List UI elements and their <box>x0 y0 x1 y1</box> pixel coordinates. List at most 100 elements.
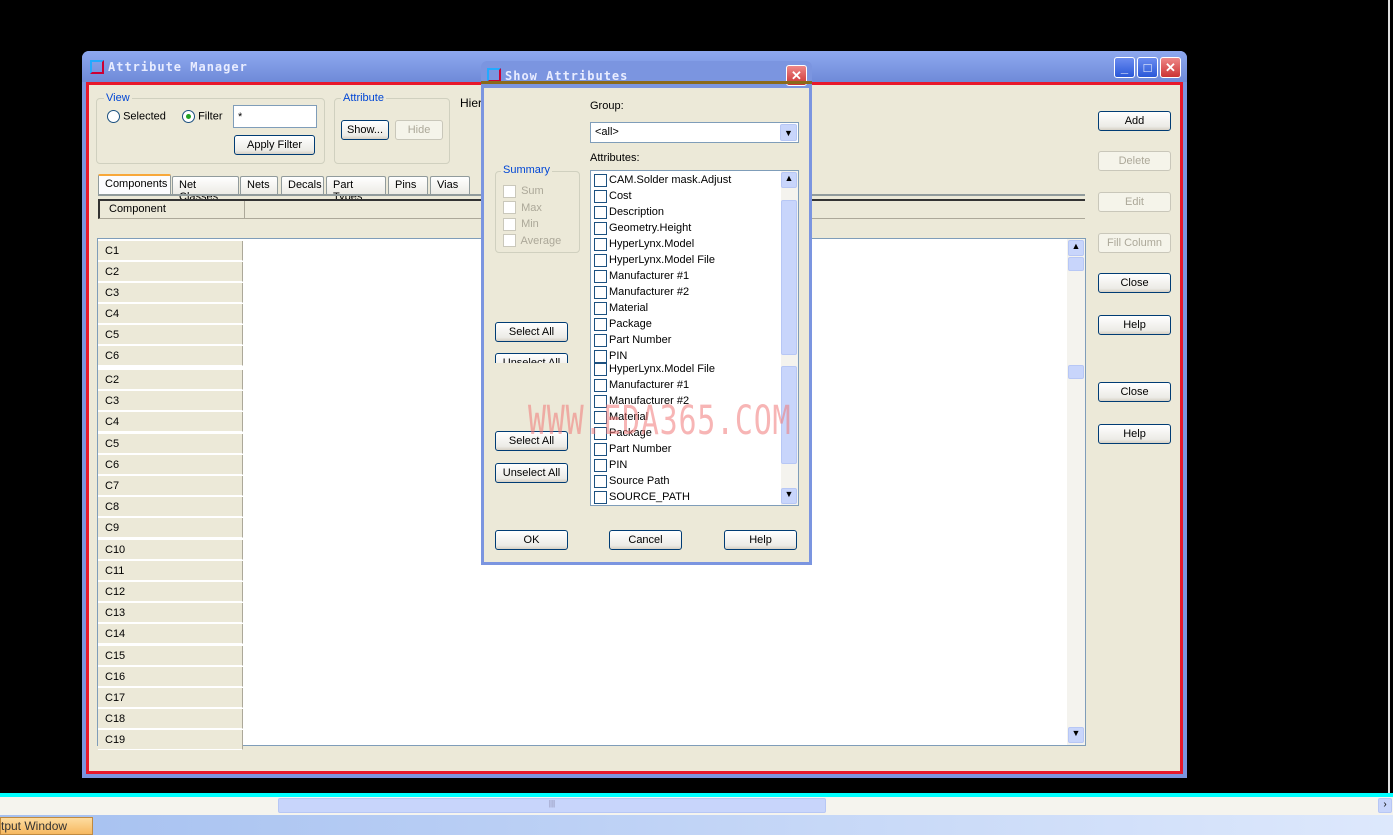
column-header-component[interactable]: Component <box>100 201 245 219</box>
tab-components[interactable]: Components <box>98 174 171 194</box>
table-row[interactable]: C14 <box>98 624 243 645</box>
table-row[interactable]: C11 <box>98 560 243 581</box>
table-row[interactable]: C6 <box>98 454 243 475</box>
table-row[interactable]: C4 <box>98 304 243 324</box>
tab-nets[interactable]: Nets <box>240 176 278 194</box>
select-all-button[interactable]: Select All <box>495 322 568 342</box>
help-button[interactable]: Help <box>1098 315 1171 335</box>
attribute-list-item[interactable]: HyperLynx.Model File <box>591 252 798 268</box>
table-row[interactable]: C2 <box>98 262 243 282</box>
table-row[interactable]: C6 <box>98 346 243 366</box>
attribute-list-item[interactable]: Description <box>591 204 798 220</box>
scroll-thumb[interactable] <box>781 200 797 355</box>
attributes-list[interactable]: CAM.Solder mask.Adjust Cost Description Geo… <box>590 170 799 506</box>
table-row[interactable]: C3 <box>98 283 243 303</box>
table-row[interactable]: C5 <box>98 433 243 454</box>
apply-filter-button[interactable]: Apply Filter <box>234 135 315 155</box>
tab-decals[interactable]: Decals <box>281 176 324 194</box>
show-button[interactable]: Show... <box>341 120 389 140</box>
checkbox[interactable] <box>594 301 607 315</box>
attribute-list-item[interactable]: HyperLynx.Model File <box>591 361 798 377</box>
attribute-list-item[interactable]: PIN <box>591 457 798 473</box>
chevron-down-icon[interactable]: ▼ <box>780 124 797 141</box>
table-row[interactable]: C13 <box>98 603 243 624</box>
unselect-all-button-partial[interactable]: Unselect All <box>495 353 568 363</box>
attribute-list-item[interactable]: Manufacturer #1 <box>591 268 798 284</box>
filter-radio[interactable]: Filter <box>182 110 223 123</box>
table-row[interactable]: C10 <box>98 539 243 560</box>
close-button-duplicate[interactable]: Close <box>1098 382 1171 402</box>
attribute-list-item[interactable]: Part Number <box>591 332 798 348</box>
scroll-thumb[interactable] <box>1068 257 1084 271</box>
help-button-duplicate[interactable]: Help <box>1098 424 1171 444</box>
table-row[interactable]: C12 <box>98 582 243 602</box>
scroll-up-icon[interactable]: ▲ <box>781 172 797 188</box>
filter-input[interactable] <box>233 105 317 128</box>
table-row[interactable]: C16 <box>98 666 243 687</box>
minimize-button[interactable]: _ <box>1114 57 1135 78</box>
checkbox[interactable] <box>594 490 607 504</box>
close-button[interactable]: Close <box>1098 273 1171 293</box>
maximize-button[interactable]: □ <box>1137 57 1158 78</box>
dialog-help-button[interactable]: Help <box>724 530 797 550</box>
selected-radio[interactable]: Selected <box>107 110 166 123</box>
tab-pins[interactable]: Pins <box>388 176 428 194</box>
table-row[interactable]: C5 <box>98 325 243 345</box>
attributes-scrollbar[interactable]: ▲ ▼ <box>781 171 798 505</box>
checkbox[interactable] <box>594 205 607 219</box>
table-row[interactable]: C17 <box>98 688 243 708</box>
attribute-list-item[interactable]: Cost <box>591 188 798 204</box>
checkbox[interactable] <box>594 333 607 347</box>
tab-vias[interactable]: Vias <box>430 176 470 194</box>
attribute-list-item[interactable]: Package <box>591 316 798 332</box>
table-row[interactable]: C2 <box>98 370 243 390</box>
tab-net-classes[interactable]: Net Classes <box>172 176 239 203</box>
horizontal-scrollbar[interactable]: ||| › <box>0 797 1393 815</box>
checkbox[interactable] <box>594 458 607 472</box>
close-window-button[interactable]: ✕ <box>1160 57 1181 78</box>
attribute-list-item[interactable]: HyperLynx.Model <box>591 236 798 252</box>
checkbox[interactable] <box>594 317 607 331</box>
table-row[interactable]: C4 <box>98 412 243 433</box>
checkbox[interactable] <box>594 221 607 235</box>
attribute-list-item[interactable]: Geometry.Height <box>591 220 798 236</box>
table-row[interactable]: C18 <box>98 709 243 730</box>
attribute-list-item[interactable]: Manufacturer #2 <box>591 284 798 300</box>
checkbox[interactable] <box>594 189 607 203</box>
unselect-all-button[interactable]: Unselect All <box>495 463 568 483</box>
table-row[interactable]: C3 <box>98 391 243 412</box>
tab-part-types[interactable]: Part Types <box>326 176 386 203</box>
group-select[interactable]: <all> ▼ <box>590 122 799 143</box>
ok-button[interactable]: OK <box>495 530 568 550</box>
attribute-list-item[interactable]: Manufacturer #1 <box>591 377 798 393</box>
attribute-list-item[interactable]: Source Path <box>591 473 798 489</box>
table-row[interactable]: C8 <box>98 497 243 518</box>
checkbox[interactable] <box>594 269 607 283</box>
table-row[interactable]: C7 <box>98 476 243 496</box>
output-window-tab[interactable]: tput Window <box>0 817 93 835</box>
checkbox[interactable] <box>594 253 607 267</box>
checkbox[interactable] <box>594 442 607 456</box>
attribute-list-item[interactable]: Material <box>591 300 798 316</box>
add-button[interactable]: Add <box>1098 111 1171 131</box>
scroll-down-icon[interactable]: ▼ <box>781 488 797 504</box>
table-row[interactable]: C19 <box>98 730 243 751</box>
checkbox[interactable] <box>594 237 607 251</box>
scroll-thumb[interactable]: ||| <box>278 798 826 813</box>
cancel-button[interactable]: Cancel <box>609 530 682 550</box>
table-row[interactable]: C15 <box>98 645 243 666</box>
grid-scrollbar[interactable]: ▲ ▼ <box>1067 239 1085 745</box>
checkbox[interactable] <box>594 474 607 488</box>
checkbox[interactable] <box>594 362 607 376</box>
attribute-list-item[interactable]: SOURCE_PATH <box>591 489 798 505</box>
attribute-list-item[interactable]: CAM.Solder mask.Adjust <box>591 172 798 188</box>
checkbox[interactable] <box>594 285 607 299</box>
scroll-up-icon[interactable]: ▲ <box>1068 240 1084 256</box>
checkbox[interactable] <box>594 378 607 392</box>
checkbox[interactable] <box>594 173 607 187</box>
scroll-thumb[interactable] <box>1068 365 1084 379</box>
table-row[interactable]: C9 <box>98 518 243 539</box>
scroll-right-icon[interactable]: › <box>1378 798 1392 813</box>
scroll-down-icon[interactable]: ▼ <box>1068 727 1084 743</box>
table-row[interactable]: C1 <box>98 241 243 261</box>
